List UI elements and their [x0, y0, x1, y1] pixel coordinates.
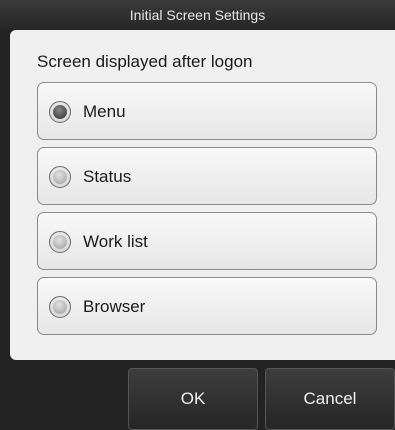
settings-panel: Screen displayed after logon Menu Status…	[10, 30, 395, 360]
cancel-button[interactable]: Cancel	[265, 368, 395, 430]
dialog-title: Initial Screen Settings	[0, 0, 395, 30]
option-label: Work list	[83, 232, 148, 251]
radio-icon	[49, 166, 71, 188]
radio-icon	[49, 296, 71, 318]
option-label: Status	[83, 167, 132, 186]
radio-icon	[49, 101, 71, 123]
option-browser[interactable]: Browser	[37, 277, 377, 335]
option-menu[interactable]: Menu	[37, 82, 377, 140]
option-label: Menu	[83, 102, 126, 121]
option-work-list[interactable]: Work list	[37, 212, 377, 270]
section-label: Screen displayed after logon	[37, 52, 253, 71]
initial-screen-settings-dialog: Initial Screen Settings Screen displayed…	[0, 0, 395, 430]
option-label: Browser	[83, 297, 146, 316]
radio-icon	[49, 231, 71, 253]
ok-button[interactable]: OK	[128, 368, 258, 430]
option-status[interactable]: Status	[37, 147, 377, 205]
